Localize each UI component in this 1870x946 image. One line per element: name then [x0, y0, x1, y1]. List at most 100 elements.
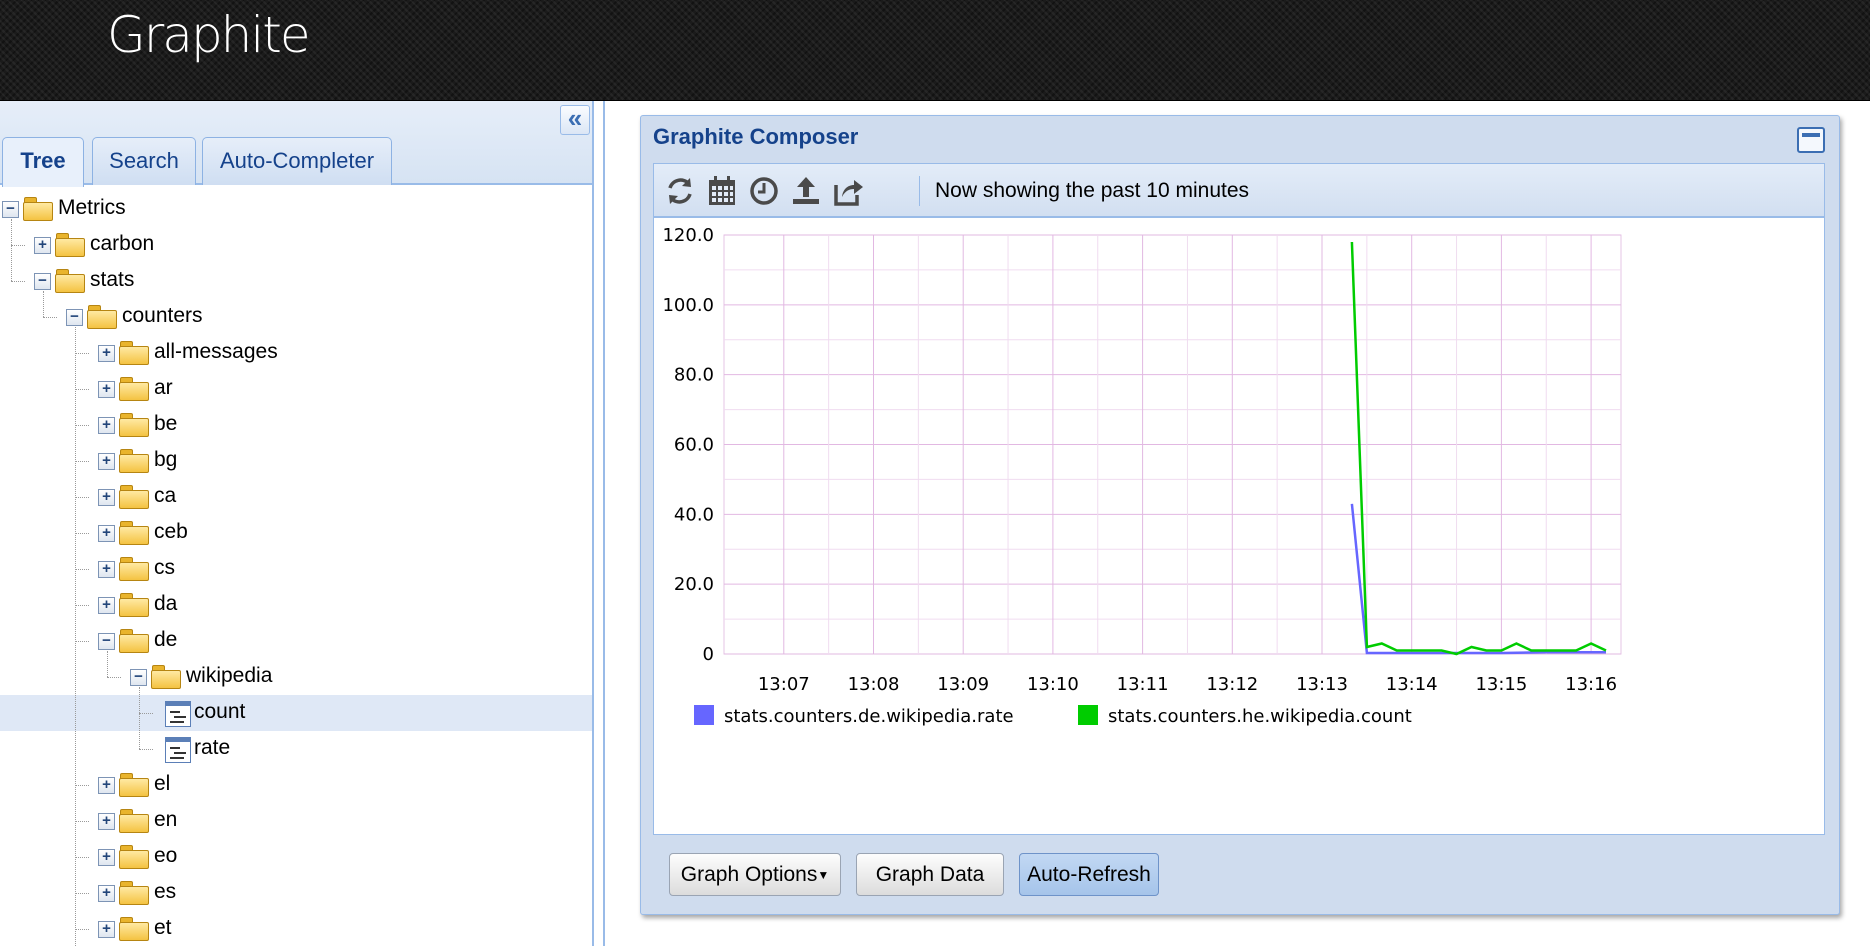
tree-node-bg[interactable]: + bg [0, 443, 592, 479]
tree-connector [75, 641, 89, 642]
expand-toggle-icon[interactable]: + [98, 489, 115, 506]
tab-tree[interactable]: Tree [2, 137, 84, 187]
tree-node-label: es [154, 880, 177, 903]
maximize-button[interactable] [1797, 127, 1825, 153]
tree-node-ceb[interactable]: + ceb [0, 515, 592, 551]
clock-icon[interactable] [746, 173, 782, 209]
legend-swatch [694, 705, 714, 725]
tree-node-label: be [154, 412, 178, 435]
panel-divider[interactable] [603, 101, 605, 946]
expand-toggle-icon[interactable]: + [34, 237, 51, 254]
collapse-toggle-icon[interactable]: − [2, 201, 19, 218]
graph-options-button[interactable]: Graph Options▼ [669, 853, 841, 896]
metric-leaf-icon [165, 701, 191, 727]
collapse-toggle-icon[interactable]: − [130, 669, 147, 686]
folder-icon [119, 557, 149, 581]
tree-node-label: Metrics [58, 196, 126, 219]
tree-node-be[interactable]: + be [0, 407, 592, 443]
tree-connector [107, 677, 121, 678]
expand-toggle-icon[interactable]: + [98, 813, 115, 830]
tree-node-count[interactable]: count [0, 695, 592, 731]
expand-toggle-icon[interactable]: + [98, 561, 115, 578]
expand-toggle-icon[interactable]: + [98, 345, 115, 362]
series-line-0 [1350, 503, 1606, 655]
folder-icon [55, 233, 85, 257]
y-tick-label: 20.0 [674, 574, 714, 595]
legend-label: stats.counters.de.wikipedia.rate [724, 706, 1014, 727]
tree-node-Metrics[interactable]: − Metrics [0, 191, 592, 227]
tree-node-label: bg [154, 448, 178, 471]
tree-node-stats[interactable]: − stats [0, 263, 592, 299]
tab-strip: « Tree Search Auto-Completer [0, 101, 592, 187]
tree-node-ar[interactable]: + ar [0, 371, 592, 407]
graph-area[interactable]: 120.0 100.0 80.0 60.0 40.0 20.0 0 13:07 13:08 13:… [653, 217, 1825, 835]
expand-toggle-icon[interactable]: + [98, 525, 115, 542]
expand-toggle-icon[interactable]: + [98, 381, 115, 398]
tree-node-es[interactable]: + es [0, 875, 592, 911]
tab-auto-completer[interactable]: Auto-Completer [202, 137, 392, 185]
x-tick-label: 13:12 [1206, 674, 1258, 695]
legend-label: stats.counters.he.wikipedia.count [1108, 706, 1412, 727]
tree-node-label: ca [154, 484, 177, 507]
folder-icon [119, 377, 149, 401]
tree-node-counters[interactable]: − counters [0, 299, 592, 335]
calendar-icon[interactable] [704, 173, 740, 209]
tree-connector [43, 317, 57, 318]
tree-node-eo[interactable]: + eo [0, 839, 592, 875]
toolbar-separator [919, 176, 920, 206]
tab-search[interactable]: Search [92, 137, 196, 185]
expand-toggle-icon[interactable]: + [98, 453, 115, 470]
tree-node-de[interactable]: − de [0, 623, 592, 659]
tree-node-el[interactable]: + el [0, 767, 592, 803]
metrics-tree: − Metrics + carbon − stats − counters + all-messa… [0, 191, 592, 946]
expand-toggle-icon[interactable]: + [98, 777, 115, 794]
tree-node-en[interactable]: + en [0, 803, 592, 839]
expand-toggle-icon[interactable]: + [98, 417, 115, 434]
folder-icon [119, 341, 149, 365]
y-tick-label: 40.0 [674, 504, 714, 525]
x-tick-label: 13:13 [1296, 674, 1348, 695]
tree-node-all-messages[interactable]: + all-messages [0, 335, 592, 371]
metrics-line-chart[interactable]: 120.0 100.0 80.0 60.0 40.0 20.0 0 13:07 13:08 13:… [654, 218, 1824, 834]
collapse-toggle-icon[interactable]: − [34, 273, 51, 290]
expand-toggle-icon[interactable]: + [98, 885, 115, 902]
tree-node-cs[interactable]: + cs [0, 551, 592, 587]
composer-toolbar: Now showing the past 10 minutes [653, 163, 1825, 217]
folder-icon [119, 845, 149, 869]
folder-open-icon [55, 269, 85, 293]
tree-node-wikipedia[interactable]: − wikipedia [0, 659, 592, 695]
folder-open-icon [87, 305, 117, 329]
y-tick-label: 60.0 [674, 435, 714, 456]
collapse-toggle-icon[interactable]: − [66, 309, 83, 326]
tree-node-da[interactable]: + da [0, 587, 592, 623]
expand-toggle-icon[interactable]: + [98, 849, 115, 866]
tree-node-label: count [194, 700, 246, 723]
share-icon[interactable] [830, 173, 866, 209]
collapse-toggle-icon[interactable]: − [98, 633, 115, 650]
x-tick-label: 13:11 [1117, 674, 1169, 695]
tree-node-carbon[interactable]: + carbon [0, 227, 592, 263]
refresh-icon[interactable] [662, 173, 698, 209]
expand-toggle-icon[interactable]: + [98, 921, 115, 938]
tree-node-label: carbon [90, 232, 155, 255]
collapse-panel-button[interactable]: « [560, 105, 590, 135]
tree-connector [75, 821, 89, 822]
tree-guide-line [43, 291, 44, 317]
tree-connector [11, 281, 25, 282]
tree-connector [75, 785, 89, 786]
folder-icon [119, 773, 149, 797]
tree-node-label: counters [122, 304, 203, 327]
folder-icon [119, 593, 149, 617]
auto-refresh-button[interactable]: Auto-Refresh [1019, 853, 1159, 896]
tree-connector [75, 857, 89, 858]
y-tick-label: 120.0 [662, 225, 714, 246]
tree-node-label: en [154, 808, 178, 831]
tree-node-et[interactable]: + et [0, 911, 592, 946]
tree-node-label: de [154, 628, 178, 651]
tree-node-ca[interactable]: + ca [0, 479, 592, 515]
tree-node-rate[interactable]: rate [0, 731, 592, 767]
graph-data-button[interactable]: Graph Data [856, 853, 1004, 896]
folder-icon [119, 521, 149, 545]
expand-toggle-icon[interactable]: + [98, 597, 115, 614]
upload-icon[interactable] [788, 173, 824, 209]
